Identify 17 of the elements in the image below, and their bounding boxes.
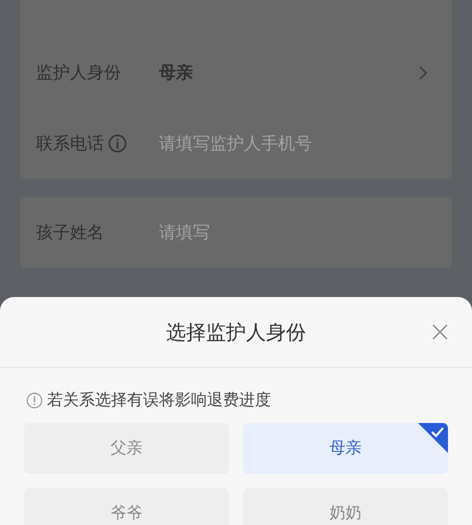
input-field[interactable]: 请填写监护人手机号 xyxy=(159,134,438,154)
field-label: 监护人身份 xyxy=(36,62,121,84)
notice-text: 若关系选择有误将影响退费进度 xyxy=(47,390,271,411)
option-button[interactable]: 奶奶 xyxy=(243,488,448,525)
option-button[interactable]: 爷爷 xyxy=(24,488,229,525)
field-value[interactable]: 母亲 xyxy=(159,61,418,84)
chevron-right-icon[interactable] xyxy=(418,64,428,80)
warning-icon xyxy=(26,392,43,409)
option-button[interactable]: 父亲 xyxy=(24,423,229,474)
field-label: 孩子姓名 xyxy=(36,222,104,244)
close-icon[interactable] xyxy=(432,324,448,340)
sheet-title: 选择监护人身份 xyxy=(166,318,306,346)
option-button[interactable]: 母亲 xyxy=(243,423,448,474)
input-field[interactable]: 请填写 xyxy=(159,222,438,242)
field-label: 联系电话 xyxy=(36,133,104,155)
info-icon[interactable] xyxy=(108,134,127,153)
checkmark-icon xyxy=(418,423,448,453)
